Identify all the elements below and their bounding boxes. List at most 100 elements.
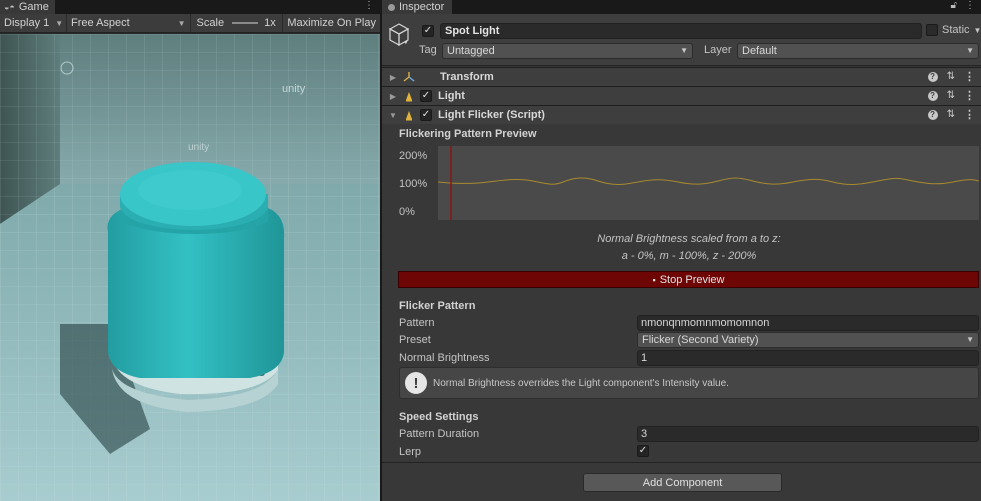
cube-icon[interactable] [388,22,410,48]
scale-control: Scale 1x [191,14,284,32]
inspector-tab-bar: Inspector 🔓︎ ⋮ [382,0,981,14]
maximize-on-play-toggle[interactable]: Maximize On Play [283,14,380,32]
add-component-button[interactable]: Add Component [583,473,782,492]
flicker-pattern-header: Flicker Pattern [399,300,476,312]
static-checkbox[interactable] [926,24,938,36]
inspector-panel: Inspector 🔓︎ ⋮ ✓ Spot Light Static ▼ Tag… [382,0,981,501]
inspector-tab[interactable]: Inspector [382,0,453,14]
chevron-down-icon: ▼ [55,18,64,28]
stop-preview-label: Stop Preview [659,273,725,286]
svg-text:unity: unity [188,142,209,153]
layer-label: Layer [704,44,732,56]
component-actions: ? ⇅ ⋮ [927,89,975,102]
static-label: Static [942,24,970,36]
preset-label: Preset [399,334,431,346]
check-icon: ✓ [638,445,648,456]
inspector-menu-icon[interactable]: ⋮ [965,0,975,11]
component-menu-icon[interactable]: ⋮ [964,89,975,102]
layer-dropdown[interactable]: Default ▼ [737,43,979,59]
active-checkbox[interactable]: ✓ [422,25,434,37]
chevron-down-icon: ▼ [680,46,688,55]
object-name-field[interactable]: Spot Light [440,23,922,39]
help-message: Normal Brightness overrides the Light co… [433,377,729,389]
preview-title: Flickering Pattern Preview [399,128,537,140]
component-title: Transform [440,71,494,83]
game-toolbar: Display 1 ▼ Free Aspect ▼ Scale 1x Maxim… [0,14,380,33]
help-box: ! Normal Brightness overrides the Light … [399,367,979,399]
check-icon: ✓ [421,109,431,120]
component-light-flicker[interactable]: ▼ ✓ Light Flicker (Script) ? ⇅ ⋮ [382,105,981,124]
scale-value: 1x [264,17,276,29]
exclamation-icon: ! [405,372,427,394]
component-actions: ? ⇅ ⋮ [927,108,975,121]
normal-brightness-label: Normal Brightness [399,352,490,364]
component-menu-icon[interactable]: ⋮ [964,70,975,83]
scale-slider[interactable] [232,22,259,24]
stop-preview-button[interactable]: ▪ Stop Preview [398,271,979,288]
aspect-dropdown[interactable]: Free Aspect ▼ [67,14,191,32]
y-label-100: 100% [399,178,428,190]
divider [382,462,981,463]
speed-settings-header: Speed Settings [399,411,479,423]
component-title: Light Flicker (Script) [438,109,545,121]
flicker-preview-graph [438,146,979,220]
script-light-icon [402,108,416,122]
y-label-0: 0% [399,206,415,218]
game-tab-bar: ◒◓ Game ⋮ [0,0,380,14]
component-transform[interactable]: ▶ Transform ? ⇅ ⋮ [382,67,981,86]
lock-icon[interactable]: 🔓︎ [951,0,957,11]
info-icon [388,3,395,11]
game-tab-menu-icon[interactable]: ⋮ [364,0,374,11]
component-light[interactable]: ▶ ✓ Light ? ⇅ ⋮ [382,86,981,105]
preset-value: Flicker (Second Variety) [642,334,759,346]
lerp-label: Lerp [399,446,422,458]
stop-icon: ▪ [652,274,656,285]
preview-caption-line1: Normal Brightness scaled from a to z: [597,233,781,245]
component-title: Light [438,90,465,102]
component-menu-icon[interactable]: ⋮ [964,108,975,121]
maximize-label: Maximize On Play [287,17,376,29]
y-label-200: 200% [399,150,428,162]
flicker-waveform [438,146,979,220]
gamepad-icon: ◒◓ [4,2,15,12]
component-enabled-checkbox[interactable]: ✓ [420,109,432,121]
pattern-duration-field[interactable]: 3 [637,426,979,442]
game-viewport[interactable]: unity unity unity [0,34,380,501]
preset-sliders-icon[interactable]: ⇅ [947,109,955,120]
scale-label: Scale [196,17,225,29]
preset-sliders-icon[interactable]: ⇅ [947,90,955,101]
gameobject-header: ✓ Spot Light Static ▼ Tag Untagged ▼ Lay… [382,14,981,66]
lerp-checkbox[interactable]: ✓ [637,445,649,457]
check-icon: ✓ [421,90,431,101]
preset-dropdown[interactable]: Flicker (Second Variety) ▼ [637,332,979,348]
inspector-tab-actions: 🔓︎ ⋮ [951,0,975,11]
aspect-label: Free Aspect [71,17,130,29]
tag-label: Tag [419,44,437,56]
transform-icon [402,70,416,84]
help-icon[interactable]: ? [927,109,938,120]
inspector-tab-label: Inspector [399,1,445,13]
normal-brightness-field[interactable]: 1 [637,350,979,366]
tag-dropdown[interactable]: Untagged ▼ [442,43,693,59]
foldout-collapsed-icon[interactable]: ▶ [386,73,400,82]
chevron-down-icon[interactable]: ▼ [974,26,981,35]
display-dropdown[interactable]: Display 1 ▼ [0,14,67,32]
foldout-collapsed-icon[interactable]: ▶ [386,92,400,101]
pattern-label: Pattern [399,317,435,329]
svg-text:unity: unity [282,83,306,95]
scene-render: unity unity unity [0,34,380,501]
check-icon: ✓ [423,25,433,36]
light-bulb-icon [402,89,416,103]
preview-caption-line2: a - 0%, m - 100%, z - 200% [621,250,757,262]
chevron-down-icon: ▼ [177,18,186,28]
preset-sliders-icon[interactable]: ⇅ [947,71,955,82]
component-actions: ? ⇅ ⋮ [927,70,975,83]
pattern-field[interactable]: nmonqnmomnmomomnon [637,315,979,331]
foldout-expanded-icon[interactable]: ▼ [386,111,400,120]
chevron-down-icon: ▼ [966,46,974,55]
help-icon[interactable]: ? [927,71,938,82]
component-enabled-checkbox[interactable]: ✓ [420,90,432,102]
pattern-duration-label: Pattern Duration [399,428,480,440]
game-tab[interactable]: ◒◓ Game [0,0,55,14]
help-icon[interactable]: ? [927,90,938,101]
